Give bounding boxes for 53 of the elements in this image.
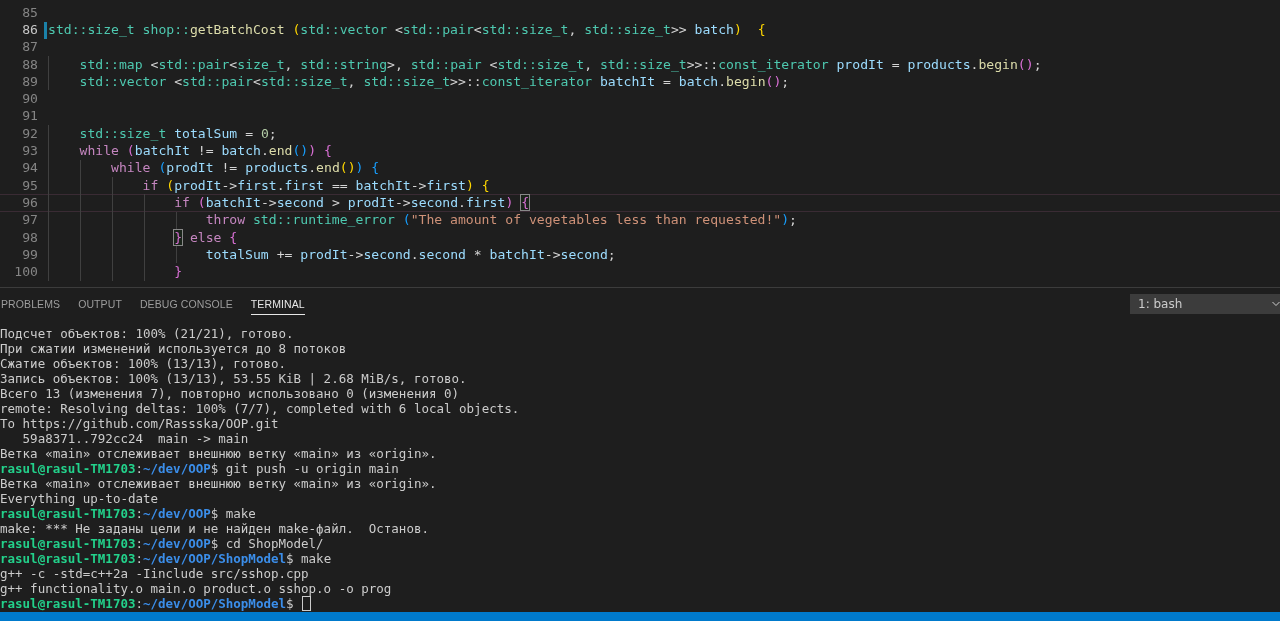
terminal-line: g++ -c -std=c++2a -Iinclude src/sshop.cpp xyxy=(0,566,310,581)
panel-tab[interactable]: TERMINAL xyxy=(250,293,305,315)
line-number: 96 xyxy=(22,193,39,212)
line-number: 89 xyxy=(22,72,39,91)
code-line: if (batchIt->second > prodIt->second.first) { xyxy=(173,193,530,212)
line-number: 94 xyxy=(22,159,39,178)
terminal-line: Everything up-to-date xyxy=(0,491,160,506)
code-line: while (prodIt != products.end()) { xyxy=(110,159,380,178)
code-line: } xyxy=(173,263,183,282)
panel-tab[interactable]: PROBLEMS xyxy=(1,293,61,315)
terminal-line: Ветка «main» отслеживает внешнюю ветку «main» из «origin». xyxy=(0,476,438,491)
code-line: std::size_t totalSum = 0; xyxy=(78,124,277,143)
terminal-line: Запись объектов: 100% (13/13), 53.55 KiB | 2.68 MiB/s, готово. xyxy=(0,371,468,386)
terminal-line: rasul@rasul-TM1703:~/dev/OOP/ShopModel$ xyxy=(0,596,295,611)
line-number: 95 xyxy=(22,176,39,195)
code-line: std::vector <std::pair<std::size_t, std::size_t>>::const_iterator batchIt = batch.begin(); xyxy=(78,72,790,91)
terminal-line: remote: Resolving deltas: 100% (7/7), completed with 6 local objects. xyxy=(0,401,521,416)
line-number: 99 xyxy=(22,245,39,264)
code-line: std::map <std::pair<size_t, std::string>, std::pair <std::size_t, std::size_t>>::const_iterator prodIt = products.begin(); xyxy=(78,55,1042,74)
terminal-line: Подсчет объектов: 100% (21/21), готово. xyxy=(0,326,295,341)
line-number: 98 xyxy=(22,228,39,247)
line-number: 92 xyxy=(22,124,39,143)
line-number: 87 xyxy=(22,38,39,57)
terminal-line: rasul@rasul-TM1703:~/dev/OOP$ git push -u origin main xyxy=(0,461,400,476)
code-line: totalSum += prodIt->second.second * batchIt->second; xyxy=(204,245,616,264)
code-line: if (prodIt->first.first == batchIt->first) { xyxy=(141,176,490,195)
code-line: std::size_t shop::getBatchCost (std::vector <std::pair<std::size_t, std::size_t>> batch) { xyxy=(48,20,766,39)
code-line: throw std::runtime_error ("The amount of vegetables less than requested!"); xyxy=(204,211,797,230)
panel-tab[interactable]: DEBUG CONSOLE xyxy=(139,293,233,315)
terminal-line: g++ functionality.o main.o product.o sshop.o -o prog xyxy=(0,581,393,596)
code-line: } else { xyxy=(173,228,238,247)
chevron-down-icon xyxy=(1272,300,1280,307)
line-number: 93 xyxy=(22,142,39,161)
terminal-line: Сжатие объектов: 100% (13/13), готово. xyxy=(0,356,287,371)
line-number: 100 xyxy=(14,263,39,282)
terminal-line: make: *** Не заданы цели и не найден make-файл. Останов. xyxy=(0,521,430,536)
terminal-line: rasul@rasul-TM1703:~/dev/OOP/ShopModel$ make xyxy=(0,551,333,566)
line-number: 85 xyxy=(22,3,39,22)
terminal-line: rasul@rasul-TM1703:~/dev/OOP$ cd ShopModel/ xyxy=(0,536,325,551)
line-number: 90 xyxy=(22,90,39,109)
line-number: 91 xyxy=(22,107,39,126)
terminal-line: При сжатии изменений используется до 8 потоков xyxy=(0,341,348,356)
line-number: 88 xyxy=(22,55,39,74)
terminal-line: 59a8371..792cc24 main -> main xyxy=(21,431,250,446)
line-number: 97 xyxy=(22,211,39,230)
terminal-line: Ветка «main» отслеживает внешнюю ветку «main» из «origin». xyxy=(0,446,438,461)
terminal-line: To https://github.com/Rassska/OOP.git xyxy=(0,416,280,431)
terminal-line: rasul@rasul-TM1703:~/dev/OOP$ make xyxy=(0,506,257,521)
code-line: while (batchIt != batch.end()) { xyxy=(78,142,332,161)
line-number: 86 xyxy=(22,20,39,39)
terminal-line: Всего 13 (изменения 7), повторно использовано 0 (изменения 0) xyxy=(0,386,461,401)
panel-tab[interactable]: OUTPUT xyxy=(78,293,122,315)
terminal-select[interactable]: 1: bash xyxy=(1130,293,1280,314)
